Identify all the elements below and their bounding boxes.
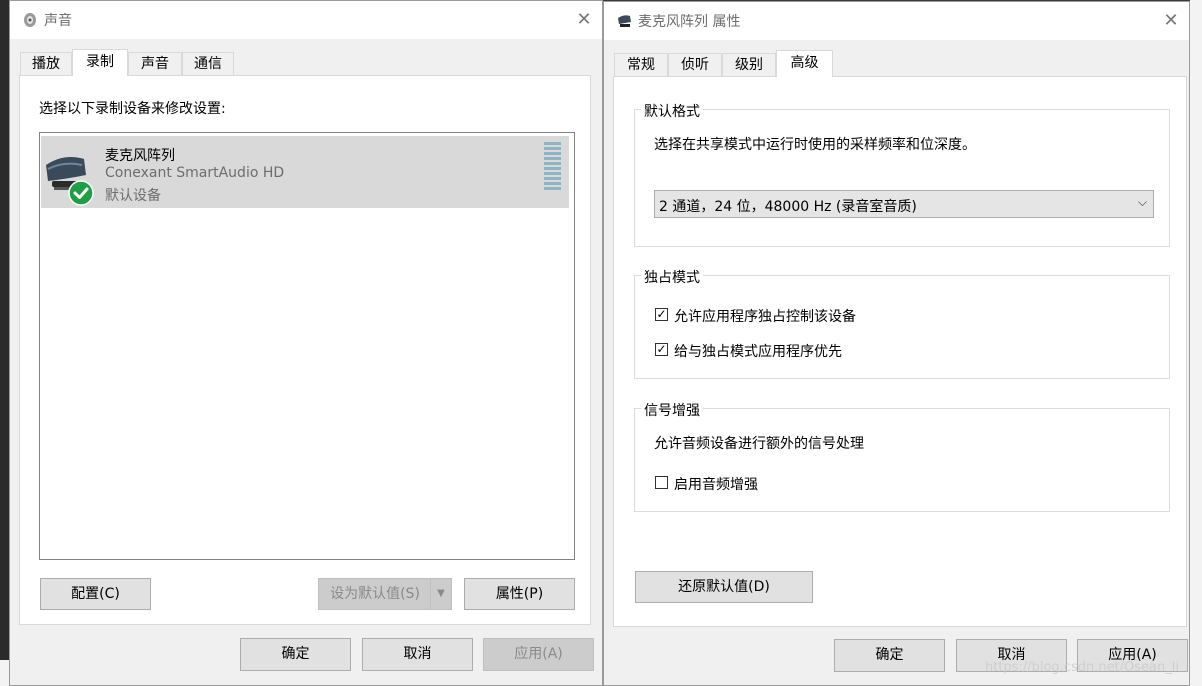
chevron-down-icon: ⌵: [1137, 195, 1147, 209]
default-format-group: 默认格式 选择在共享模式中运行时使用的采样频率和位深度。 2 通道，24 位，4…: [634, 101, 1170, 247]
speaker-icon: [24, 13, 36, 27]
sound-title-bar: 声音 ✕: [10, 1, 602, 39]
tab-sounds[interactable]: 声音: [128, 52, 182, 75]
properties-title-bar: 麦克风阵列 属性 ✕: [604, 2, 1189, 40]
set-default-button[interactable]: 设为默认值(S) ▼: [318, 578, 452, 610]
tab-levels[interactable]: 级别: [722, 53, 776, 76]
enable-enhancement-checkbox[interactable]: [655, 476, 668, 489]
configure-button[interactable]: 配置(C): [40, 578, 151, 610]
close-icon[interactable]: ✕: [574, 10, 594, 30]
device-name: 麦克风阵列: [105, 148, 175, 164]
properties-window: 麦克风阵列 属性 ✕ 常规 侦听 级别 高级 默认格式 选择在共享模式中运行时使…: [603, 1, 1190, 686]
watermark: https://blog.csdn.net/Osean_li: [985, 660, 1179, 675]
default-format-description: 选择在共享模式中运行时使用的采样频率和位深度。: [654, 137, 976, 153]
exclusive-priority-checkbox[interactable]: ✓: [655, 343, 668, 356]
tab-communications[interactable]: 通信: [182, 52, 234, 75]
close-icon[interactable]: ✕: [1161, 11, 1181, 31]
instruction-text: 选择以下录制设备来修改设置:: [39, 101, 226, 117]
device-status: 默认设备: [105, 188, 161, 204]
sound-apply-button[interactable]: 应用(A): [483, 638, 594, 671]
sound-tabs: 播放 录制 声音 通信: [10, 49, 602, 76]
default-check-icon: [68, 180, 94, 206]
signal-enhancement-group: 信号增强 允许音频设备进行额外的信号处理 启用音频增强: [634, 400, 1170, 512]
tab-advanced[interactable]: 高级: [776, 50, 833, 77]
tab-recording[interactable]: 录制: [72, 49, 128, 76]
recording-tab-panel: 选择以下录制设备来修改设置: 麦克风阵列 Conexant SmartAudio…: [19, 75, 591, 625]
tab-listen[interactable]: 侦听: [668, 53, 722, 76]
exclusive-mode-legend: 独占模式: [641, 267, 703, 287]
set-default-label: 设为默认值(S): [330, 586, 420, 602]
exclusive-mode-group: 独占模式 ✓ 允许应用程序独占控制该设备 ✓ 给与独占模式应用程序优先: [634, 267, 1170, 379]
signal-enhancement-description: 允许音频设备进行额外的信号处理: [654, 436, 864, 452]
tab-general[interactable]: 常规: [614, 53, 668, 76]
set-default-dropdown-icon[interactable]: ▼: [430, 579, 451, 609]
signal-enhancement-legend: 信号增强: [641, 400, 703, 420]
device-list[interactable]: 麦克风阵列 Conexant SmartAudio HD 默认设备: [39, 132, 575, 560]
enable-enhancement-label[interactable]: 启用音频增强: [674, 474, 758, 494]
sound-ok-button[interactable]: 确定: [240, 638, 351, 671]
properties-button[interactable]: 属性(P): [464, 578, 575, 610]
background-right: [1190, 0, 1202, 686]
allow-exclusive-label[interactable]: 允许应用程序独占控制该设备: [674, 306, 856, 326]
exclusive-priority-label[interactable]: 给与独占模式应用程序优先: [674, 341, 842, 361]
properties-title: 麦克风阵列 属性: [638, 14, 741, 30]
format-select[interactable]: 2 通道，24 位，48000 Hz (录音室音质) ⌵: [654, 190, 1154, 218]
restore-defaults-button[interactable]: 还原默认值(D): [635, 571, 813, 603]
level-meter: [544, 142, 561, 190]
default-format-legend: 默认格式: [641, 101, 703, 121]
allow-exclusive-checkbox[interactable]: ✓: [655, 308, 668, 321]
properties-ok-button[interactable]: 确定: [834, 639, 945, 672]
sound-title: 声音: [44, 13, 72, 29]
advanced-tab-panel: 默认格式 选择在共享模式中运行时使用的采样频率和位深度。 2 通道，24 位，4…: [613, 76, 1187, 627]
device-row-microphone-array[interactable]: 麦克风阵列 Conexant SmartAudio HD 默认设备: [41, 136, 569, 208]
tab-playback[interactable]: 播放: [20, 52, 72, 75]
sound-window: 声音 ✕ 播放 录制 声音 通信 选择以下录制设备来修改设置: 麦克风阵列 Co…: [9, 0, 603, 686]
microphone-array-small-icon: [618, 15, 631, 27]
device-driver: Conexant SmartAudio HD: [105, 165, 285, 181]
properties-tabs: 常规 侦听 级别 高级: [604, 50, 1189, 77]
format-select-value: 2 通道，24 位，48000 Hz (录音室音质): [659, 199, 917, 215]
sound-cancel-button[interactable]: 取消: [362, 638, 473, 671]
